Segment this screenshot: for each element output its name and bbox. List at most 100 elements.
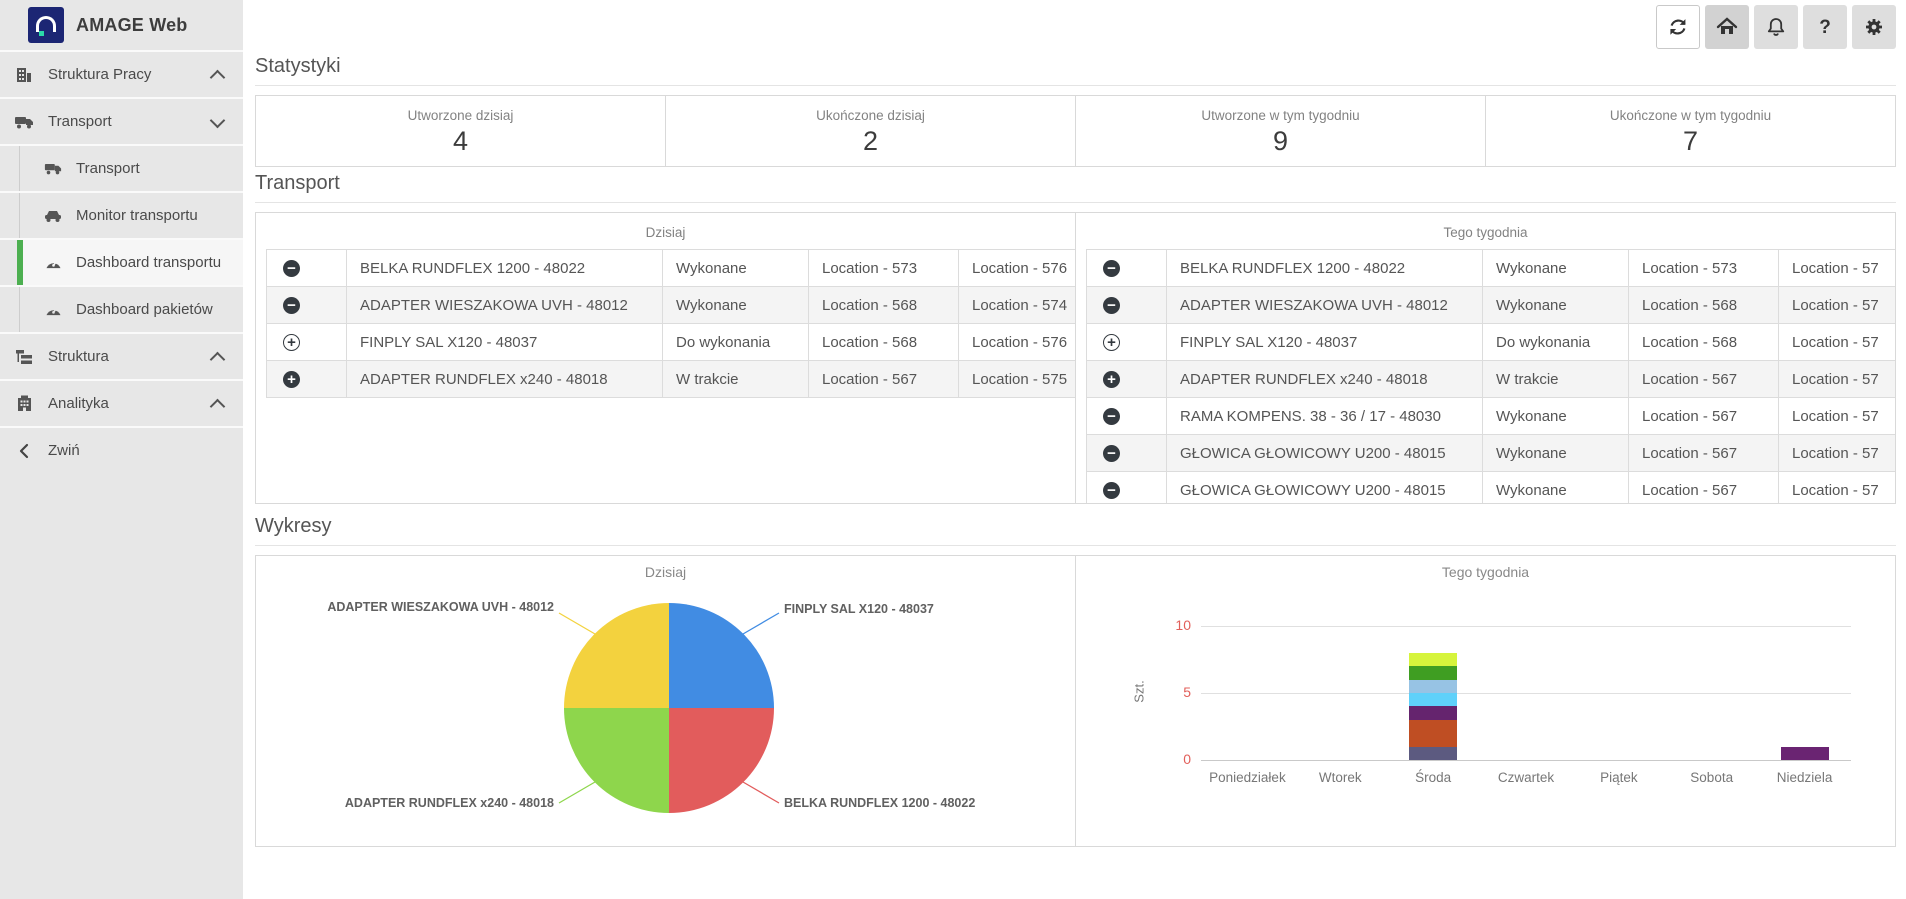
transport-to-location: Location - 57 [1778, 287, 1895, 323]
transport-from-location: Location - 568 [808, 324, 958, 360]
transport-from-location: Location - 567 [1628, 398, 1778, 434]
transport-to-location: Location - 575 [958, 361, 1076, 397]
notifications-button[interactable] [1754, 5, 1798, 49]
stacked-bar-Środa[interactable] [1409, 653, 1457, 760]
sidebar-subitem-dashboard-pakietow[interactable]: Dashboard pakietów [0, 287, 243, 334]
minus-circle-icon[interactable]: − [1103, 445, 1120, 462]
minus-circle-icon[interactable]: − [283, 297, 300, 314]
organization-icon [13, 66, 35, 84]
app-logo[interactable]: AMAGE Web [0, 0, 243, 52]
transport-from-location: Location - 568 [1628, 324, 1778, 360]
refresh-button[interactable] [1656, 5, 1700, 49]
bar-segment [1409, 653, 1457, 666]
minus-circle-icon[interactable]: − [1103, 408, 1120, 425]
sidebar-item-analityka[interactable]: Analityka [0, 381, 243, 428]
transport-row[interactable]: −RAMA KOMPENS. 38 - 36 / 17 - 48030Wykon… [1086, 398, 1895, 435]
transport-row[interactable]: −ADAPTER WIESZAKOWA UVH - 48012WykonaneL… [1086, 287, 1895, 324]
minus-circle-icon[interactable]: − [1103, 260, 1120, 277]
pie-slice-label: FINPLY SAL X120 - 48037 [784, 602, 934, 616]
transport-from-location: Location - 567 [1628, 361, 1778, 397]
x-tick-label: Niedziela [1758, 770, 1851, 785]
pie-slice-label: ADAPTER WIESZAKOWA UVH - 48012 [256, 600, 554, 614]
transport-section-title: Transport [255, 172, 1896, 203]
header-toolbar: ? [1656, 5, 1896, 49]
bar-segment [1409, 693, 1457, 706]
settings-button[interactable] [1852, 5, 1896, 49]
bell-icon [1765, 16, 1787, 38]
transport-row[interactable]: −BELKA RUNDFLEX 1200 - 48022WykonaneLoca… [1086, 250, 1895, 287]
transport-item-name: FINPLY SAL X120 - 48037 [1166, 324, 1482, 360]
sidebar-subitem-transport[interactable]: Transport [0, 146, 243, 193]
refresh-icon [1667, 16, 1689, 38]
row-icon-cell: + [1086, 361, 1166, 397]
transport-from-location: Location - 567 [1628, 472, 1778, 503]
chevron-up-icon [210, 398, 226, 414]
bar-segment [1781, 747, 1829, 760]
sidebar-subitem-label: Monitor transportu [76, 207, 198, 224]
home-button[interactable] [1705, 5, 1749, 49]
bar-segment [1409, 680, 1457, 693]
plus-circle-outline-icon[interactable]: + [1103, 334, 1120, 351]
chevron-down-icon [210, 112, 226, 128]
transport-row[interactable]: +ADAPTER RUNDFLEX x240 - 48018W trakcieL… [266, 361, 1076, 398]
transport-from-location: Location - 573 [808, 250, 958, 286]
chevron-up-icon [210, 69, 226, 85]
dashboard-icon [42, 301, 64, 319]
stat-label: Ukończone dzisiaj [816, 108, 925, 123]
minus-circle-icon[interactable]: − [1103, 482, 1120, 499]
transport-status: W trakcie [1482, 361, 1628, 397]
plus-circle-outline-icon[interactable]: + [283, 334, 300, 351]
transport-from-location: Location - 568 [1628, 287, 1778, 323]
transport-row[interactable]: −ADAPTER WIESZAKOWA UVH - 48012WykonaneL… [266, 287, 1076, 324]
x-tick-label: Wtorek [1294, 770, 1387, 785]
row-icon-cell: − [266, 250, 346, 286]
x-tick-label: Poniedziałek [1201, 770, 1294, 785]
main-content: ? Statystyki Utworzone dzisiaj4Ukończone… [243, 0, 1906, 899]
transport-row[interactable]: −BELKA RUNDFLEX 1200 - 48022WykonaneLoca… [266, 250, 1076, 287]
plus-circle-icon[interactable]: + [1103, 371, 1120, 388]
transport-to-location: Location - 57 [1778, 472, 1895, 503]
transport-item-name: GŁOWICA GŁOWICOWY U200 - 48015 [1166, 472, 1482, 503]
dashboard-icon [42, 254, 64, 272]
pie-slice-label: BELKA RUNDFLEX 1200 - 48022 [784, 796, 975, 810]
pie-chart[interactable] [564, 603, 774, 813]
stat-value: 2 [863, 126, 878, 157]
stacked-bar-Niedziela[interactable] [1781, 747, 1829, 760]
sidebar-item-struktura-pracy[interactable]: Struktura Pracy [0, 52, 243, 99]
amage-logo-icon [28, 7, 64, 43]
bar-segment [1409, 666, 1457, 679]
transport-week-pane: Tego tygodnia −BELKA RUNDFLEX 1200 - 480… [1076, 213, 1895, 503]
stat-value: 7 [1683, 126, 1698, 157]
sidebar-item-label: Struktura Pracy [48, 66, 151, 83]
svg-text:?: ? [1819, 17, 1831, 38]
minus-circle-icon[interactable]: − [1103, 297, 1120, 314]
sidebar-item-struktura[interactable]: Struktura [0, 334, 243, 381]
sidebar-collapse-button[interactable]: Zwiń [0, 428, 243, 473]
minus-circle-icon[interactable]: − [283, 260, 300, 277]
transport-row[interactable]: −GŁOWICA GŁOWICOWY U200 - 48015WykonaneL… [1086, 435, 1895, 472]
transport-to-location: Location - 57 [1778, 435, 1895, 471]
sidebar-subitem-dashboard-transportu[interactable]: Dashboard transportu [0, 240, 243, 287]
transport-item-name: ADAPTER RUNDFLEX x240 - 48018 [346, 361, 662, 397]
transport-item-name: BELKA RUNDFLEX 1200 - 48022 [1166, 250, 1482, 286]
transport-section: Transport Dzisiaj −BELKA RUNDFLEX 1200 -… [255, 172, 1896, 504]
stat-card: Ukończone dzisiaj 2 [666, 96, 1076, 166]
sidebar-subitem-label: Transport [76, 160, 140, 177]
plus-circle-icon[interactable]: + [283, 371, 300, 388]
help-button[interactable]: ? [1803, 5, 1847, 49]
y-tick-label: 0 [1153, 751, 1191, 767]
transport-from-location: Location - 567 [808, 361, 958, 397]
transport-row[interactable]: +FINPLY SAL X120 - 48037Do wykonaniaLoca… [1086, 324, 1895, 361]
transport-row[interactable]: −GŁOWICA GŁOWICOWY U200 - 48015WykonaneL… [1086, 472, 1895, 503]
pie-slice-label: ADAPTER RUNDFLEX x240 - 48018 [256, 796, 554, 810]
y-tick-label: 5 [1153, 684, 1191, 700]
row-icon-cell: − [1086, 435, 1166, 471]
sidebar-nav: Struktura Pracy Transport Transport Moni… [0, 52, 243, 473]
transport-to-location: Location - 57 [1778, 250, 1895, 286]
transport-row[interactable]: +FINPLY SAL X120 - 48037Do wykonaniaLoca… [266, 324, 1076, 361]
transport-row[interactable]: +ADAPTER RUNDFLEX x240 - 48018W trakcieL… [1086, 361, 1895, 398]
sidebar-item-transport[interactable]: Transport [0, 99, 243, 146]
stat-label: Utworzone dzisiaj [408, 108, 514, 123]
x-tick-label: Sobota [1665, 770, 1758, 785]
sidebar-subitem-monitor-transportu[interactable]: Monitor transportu [0, 193, 243, 240]
